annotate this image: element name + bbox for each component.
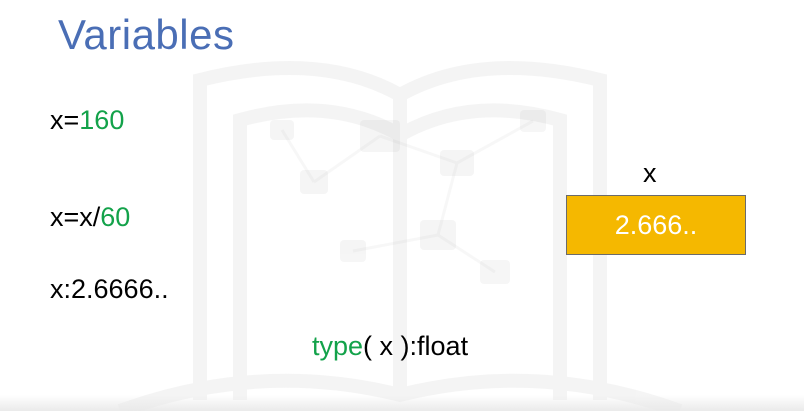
result-line: x:2.6666..: [50, 274, 169, 304]
code-text: ( x ):float: [363, 331, 469, 361]
variable-value-box: 2.666..: [566, 195, 746, 255]
slide-title: Variables: [58, 11, 235, 58]
number-literal: 60: [100, 202, 131, 232]
division-line: x=x/60: [50, 201, 130, 233]
bottom-divider: [0, 395, 804, 411]
slide: Variables x=160 x=x/60 x:2.6666.. type( …: [0, 0, 804, 411]
variable-value: 2.666..: [614, 210, 698, 240]
type-function: type: [312, 331, 364, 361]
code-text: x=x/: [50, 202, 101, 232]
number-literal: 160: [79, 105, 125, 135]
variable-name-label: x: [643, 158, 657, 188]
code-text: x=: [50, 105, 80, 135]
type-line: type( x ):float: [312, 330, 468, 362]
assignment-line: x=160: [50, 104, 124, 136]
